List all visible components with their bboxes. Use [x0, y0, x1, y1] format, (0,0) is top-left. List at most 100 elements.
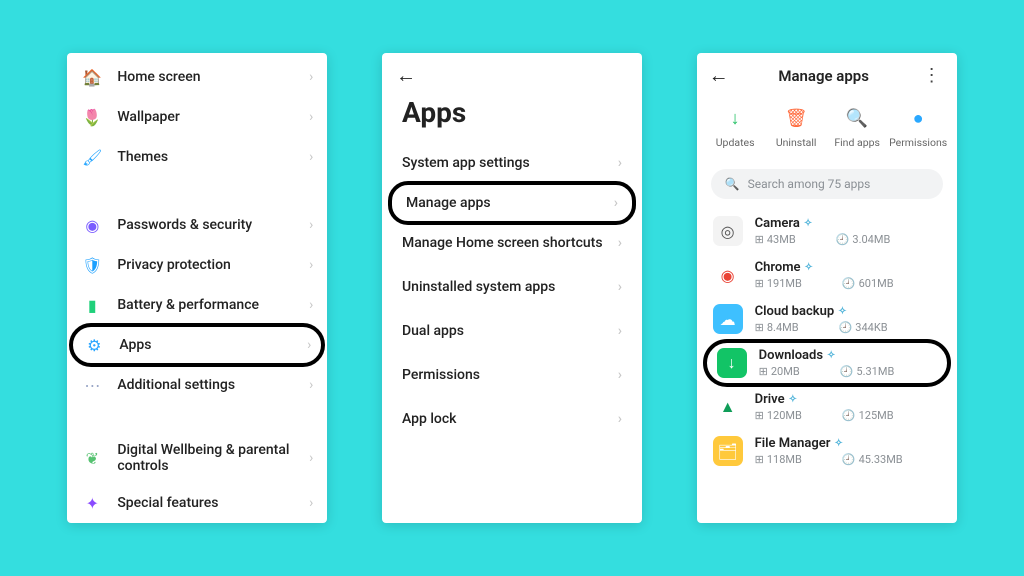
- row-label: Manage apps: [406, 195, 491, 211]
- action-label: Updates: [716, 136, 755, 149]
- chevron-right-icon: ›: [309, 257, 313, 273]
- c0-icon: ❦: [81, 447, 103, 469]
- search-placeholder: Search among 75 apps: [748, 177, 871, 191]
- settings-screen: 🏠 Home screen › 🌷 Wallpaper › 🖌 Themes ›…: [67, 53, 327, 523]
- storage-icon: ⊞: [755, 233, 764, 246]
- row-label: Digital Wellbeing & parental controls: [117, 442, 309, 474]
- settings-row-additional[interactable]: ⋯ Additional settings ›: [67, 365, 327, 405]
- row-label: Permissions: [402, 367, 480, 383]
- clock-icon: 🕘: [842, 409, 856, 422]
- more-icon[interactable]: ⋮: [919, 65, 945, 86]
- app-body: File Manager ✧ ⊞ 118MB 🕘 45.33MB: [755, 436, 941, 466]
- b2-icon: ▮: [81, 294, 103, 316]
- apps-icon: ⚙: [83, 334, 105, 356]
- highlight-manage-apps: Manage apps ›: [388, 181, 636, 225]
- chevron-right-icon: ›: [618, 235, 622, 251]
- action-find apps[interactable]: 🔍 Find apps: [829, 106, 885, 149]
- app-name: Downloads✧: [759, 348, 937, 363]
- app-row-file manager[interactable]: 🗂 File Manager ✧ ⊞ 118MB 🕘 45.33MB: [697, 429, 957, 473]
- settings-row-b1[interactable]: 🛡 Privacy protection ›: [67, 245, 327, 285]
- settings-row-b2[interactable]: ▮ Battery & performance ›: [67, 285, 327, 325]
- section-gap: [67, 405, 327, 433]
- app-name: Chrome ✧: [755, 260, 941, 275]
- chevron-right-icon: ›: [618, 411, 622, 427]
- search-icon: 🔍: [725, 177, 740, 191]
- clock-icon: 🕘: [842, 277, 856, 290]
- clock-icon: 🕘: [839, 321, 853, 334]
- app-body: Camera ✧ ⊞ 43MB 🕘 3.04MB: [755, 216, 941, 246]
- app-body: Chrome ✧ ⊞ 191MB 🕘 601MB: [755, 260, 941, 290]
- apps-row-post0[interactable]: Manage Home screen shortcuts ›: [382, 221, 642, 265]
- action-label: Uninstall: [776, 136, 817, 149]
- app-meta: ⊞20MB 🕘5.31MB: [759, 365, 937, 378]
- clock-icon: 🕘: [836, 233, 850, 246]
- c1-icon: ✦: [81, 492, 103, 514]
- page-title: Apps: [382, 90, 642, 141]
- storage-icon: ⊞: [759, 365, 768, 378]
- settings-row-c1[interactable]: ✦ Special features ›: [67, 483, 327, 523]
- app-row-drive[interactable]: ▲ Drive ✧ ⊞ 120MB 🕘 125MB: [697, 385, 957, 429]
- a1-icon: 🌷: [81, 106, 103, 128]
- search-input[interactable]: 🔍 Search among 75 apps: [711, 169, 943, 199]
- row-label: Themes: [117, 149, 309, 165]
- row-label: Privacy protection: [117, 257, 309, 273]
- settings-row-a1[interactable]: 🌷 Wallpaper ›: [67, 97, 327, 137]
- chevron-right-icon: ›: [309, 217, 313, 233]
- highlight-downloads: ↓ Downloads✧ ⊞20MB 🕘5.31MB: [703, 339, 951, 387]
- chevron-right-icon: ›: [309, 149, 313, 165]
- chevron-right-icon: ›: [618, 155, 622, 171]
- settings-row-c0[interactable]: ❦ Digital Wellbeing & parental controls …: [67, 433, 327, 483]
- chevron-right-icon: ›: [309, 450, 313, 466]
- app-row-camera[interactable]: ◎ Camera ✧ ⊞ 43MB 🕘 3.04MB: [697, 209, 957, 253]
- b0-icon: ◉: [81, 214, 103, 236]
- app-name: Camera ✧: [755, 216, 941, 231]
- app-name: Cloud backup ✧: [755, 304, 941, 319]
- app-row-chrome[interactable]: ◉ Chrome ✧ ⊞ 191MB 🕘 601MB: [697, 253, 957, 297]
- apps-row-pre0[interactable]: System app settings ›: [382, 141, 642, 185]
- apps-screen: ← Apps System app settings › Manage apps…: [382, 53, 642, 523]
- apps-row-post3[interactable]: Permissions ›: [382, 353, 642, 397]
- app-meta: ⊞ 191MB 🕘 601MB: [755, 277, 941, 290]
- a0-icon: 🏠: [81, 66, 103, 88]
- uninstall-icon: 🗑: [784, 106, 808, 130]
- settings-row-apps[interactable]: ⚙ Apps ›: [73, 327, 321, 363]
- settings-row-a0[interactable]: 🏠 Home screen ›: [67, 57, 327, 97]
- app-body: Drive ✧ ⊞ 120MB 🕘 125MB: [755, 392, 941, 422]
- chevron-right-icon: ›: [309, 377, 313, 393]
- chevron-right-icon: ›: [309, 69, 313, 85]
- downloads-icon: ↓: [717, 348, 747, 378]
- app-meta: ⊞ 120MB 🕘 125MB: [755, 409, 941, 422]
- settings-row-b0[interactable]: ◉ Passwords & security ›: [67, 205, 327, 245]
- row-label: Battery & performance: [117, 297, 309, 313]
- app-row-cloud backup[interactable]: ☁ Cloud backup ✧ ⊞ 8.4MB 🕘 344KB: [697, 297, 957, 341]
- row-label: Wallpaper: [117, 109, 309, 125]
- apps-row-post4[interactable]: App lock ›: [382, 397, 642, 441]
- apps-row-post2[interactable]: Dual apps ›: [382, 309, 642, 353]
- action-updates[interactable]: ↓ Updates: [707, 106, 763, 149]
- row-label: App lock: [402, 411, 457, 427]
- back-arrow-icon[interactable]: ←: [396, 63, 416, 88]
- row-label: Additional settings: [117, 377, 309, 393]
- a2-icon: 🖌: [81, 146, 103, 168]
- apps-row-manage-apps[interactable]: Manage apps ›: [392, 185, 632, 221]
- chevron-right-icon: ›: [307, 337, 311, 353]
- apps-row-post1[interactable]: Uninstalled system apps ›: [382, 265, 642, 309]
- row-label: Special features: [117, 495, 309, 511]
- file manager-icon: 🗂: [713, 436, 743, 466]
- settings-row-a2[interactable]: 🖌 Themes ›: [67, 137, 327, 177]
- back-arrow-icon[interactable]: ←: [709, 63, 729, 88]
- page-title: Manage apps: [729, 67, 919, 85]
- cloud backup-icon: ☁: [713, 304, 743, 334]
- storage-icon: ⊞: [755, 277, 764, 290]
- manage-apps-screen: ← Manage apps ⋮ ↓ Updates 🗑 Uninstall 🔍 …: [697, 53, 957, 523]
- action-permissions[interactable]: ● Permissions: [890, 106, 946, 149]
- highlight-apps: ⚙ Apps ›: [69, 323, 325, 367]
- row-label: Uninstalled system apps: [402, 279, 555, 295]
- row-label: System app settings: [402, 155, 530, 171]
- app-name: File Manager ✧: [755, 436, 941, 451]
- app-row-downloads[interactable]: ↓ Downloads✧ ⊞20MB 🕘5.31MB: [707, 343, 947, 383]
- app-meta: ⊞ 118MB 🕘 45.33MB: [755, 453, 941, 466]
- chevron-right-icon: ›: [309, 109, 313, 125]
- action-uninstall[interactable]: 🗑 Uninstall: [768, 106, 824, 149]
- storage-icon: ⊞: [755, 453, 764, 466]
